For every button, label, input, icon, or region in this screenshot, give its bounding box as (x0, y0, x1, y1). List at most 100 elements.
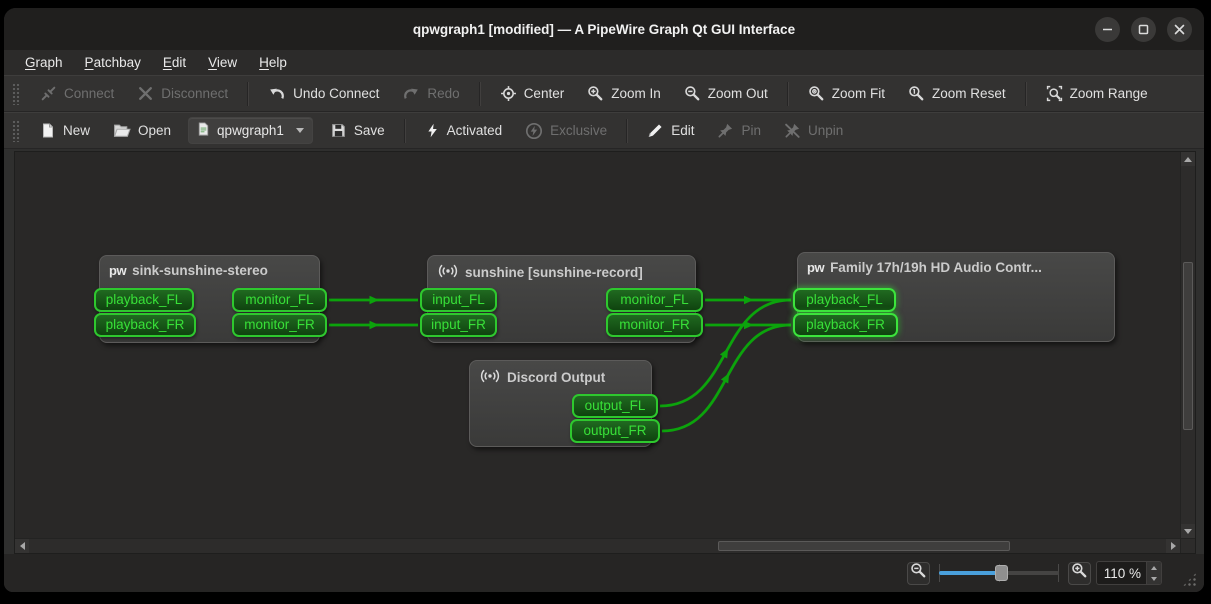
save-icon (330, 122, 347, 139)
menu-view[interactable]: View (199, 53, 246, 72)
edit-button[interactable]: Edit (637, 117, 704, 144)
disconnect-button[interactable]: Disconnect (127, 80, 238, 107)
menu-graph[interactable]: Graph (16, 53, 72, 72)
pin-icon (717, 122, 734, 139)
connect-icon (40, 85, 57, 102)
zoom-fit-icon (808, 85, 825, 102)
port-monitor_FL-out[interactable]: monitor_FL (232, 288, 327, 312)
port-output_FR-out[interactable]: output_FR (570, 419, 660, 443)
zoom-out-icon (910, 562, 927, 584)
connection-arrow-icon (721, 371, 733, 383)
open-button[interactable]: Open (103, 117, 181, 144)
toolbar-button-label: Undo Connect (293, 86, 379, 101)
toolbar-drag-handle[interactable] (12, 83, 20, 105)
undo-connect-button[interactable]: Undo Connect (258, 80, 389, 107)
toolbar-button-label: Unpin (808, 123, 843, 138)
close-button[interactable] (1167, 17, 1192, 42)
port-input_FR-in[interactable]: input_FR (420, 313, 497, 337)
exclusive-button[interactable]: Exclusive (515, 117, 617, 144)
menu-patchbay[interactable]: Patchbay (76, 53, 150, 72)
menu-help[interactable]: Help (250, 53, 296, 72)
unpin-button[interactable]: Unpin (774, 117, 853, 144)
minimize-icon (1102, 24, 1113, 35)
port-playback_FR-in[interactable]: playback_FR (793, 313, 898, 337)
toolbar-button-label: Edit (671, 123, 694, 138)
scroll-left-button[interactable] (15, 539, 29, 553)
titlebar[interactable]: qpwgraph1 [modified] — A PipeWire Graph … (4, 8, 1204, 50)
scroll-up-button[interactable] (1181, 152, 1195, 166)
menubar: GraphPatchbayEditViewHelp (4, 50, 1204, 75)
horizontal-scrollbar[interactable] (15, 538, 1180, 553)
port-input_FL-in[interactable]: input_FL (420, 288, 497, 312)
toolbar-drag-handle[interactable] (12, 120, 20, 142)
center-button[interactable]: Center (490, 80, 575, 107)
pin-button[interactable]: Pin (707, 117, 771, 144)
zoom-slider[interactable] (939, 562, 1059, 584)
new-button[interactable]: New (30, 117, 100, 144)
spinner (1146, 562, 1161, 584)
port-playback_FR-in[interactable]: playback_FR (94, 313, 196, 337)
undo-icon (268, 85, 286, 102)
graph-canvas[interactable]: pwsink-sunshine-stereoplayback_FLplaybac… (15, 152, 1180, 538)
port-output_FL-out[interactable]: output_FL (572, 394, 658, 418)
redo-button[interactable]: Redo (392, 80, 469, 107)
scroll-down-button[interactable] (1181, 524, 1195, 538)
slider-handle[interactable] (995, 565, 1008, 581)
zoom-range-button[interactable]: Zoom Range (1036, 80, 1158, 107)
minimize-button[interactable] (1095, 17, 1120, 42)
zoom-out-button[interactable]: Zoom Out (674, 80, 778, 107)
graph-canvas-frame: pwsink-sunshine-stereoplayback_FLplaybac… (14, 151, 1196, 554)
statusbar: 110 % (4, 554, 1204, 592)
zoom-value: 110 % (1097, 566, 1146, 581)
open-folder-icon (113, 122, 131, 139)
menu-edit[interactable]: Edit (154, 53, 195, 72)
patchbay-selector-value: qpwgraph1 (217, 123, 284, 138)
toolbar-button-label: Disconnect (161, 86, 228, 101)
spin-up-button[interactable] (1147, 562, 1161, 573)
port-playback_FL-in[interactable]: playback_FL (94, 288, 194, 312)
arrow-down-icon (1184, 529, 1192, 534)
broadcast-icon (437, 263, 459, 282)
toolbar-separator (1025, 82, 1027, 106)
toolbar-button-label: Zoom Fit (832, 86, 885, 101)
vertical-scroll-thumb[interactable] (1183, 262, 1193, 430)
port-playback_FL-in[interactable]: playback_FL (793, 288, 896, 312)
node-title: Discord Output (470, 361, 651, 387)
graph-toolbar: ConnectDisconnectUndo ConnectRedoCenterZ… (4, 75, 1204, 112)
connect-button[interactable]: Connect (30, 80, 124, 107)
vertical-scrollbar[interactable] (1180, 152, 1195, 538)
port-monitor_FL-out[interactable]: monitor_FL (606, 288, 703, 312)
bolt-icon (425, 122, 440, 139)
connection-arrow-icon (744, 296, 754, 304)
toolbar-button-label: Connect (64, 86, 114, 101)
toolbar-separator (247, 82, 249, 106)
patchbay-toolbar: NewOpen qpwgraph1 Save ActivatedExclusive Ed… (4, 112, 1204, 149)
zoom-out-button[interactable] (907, 562, 930, 585)
zoom-out-icon (684, 85, 701, 102)
zoom-spinbox[interactable]: 110 % (1096, 561, 1162, 585)
connection-arrow-icon (720, 346, 732, 358)
node-title: pwFamily 17h/19h HD Audio Contr... (798, 253, 1114, 275)
port-monitor_FR-out[interactable]: monitor_FR (606, 313, 703, 337)
zoom-in-button[interactable] (1068, 562, 1091, 585)
scroll-right-button[interactable] (1166, 539, 1180, 553)
spin-down-button[interactable] (1147, 573, 1161, 584)
close-icon (1174, 24, 1185, 35)
maximize-button[interactable] (1131, 17, 1156, 42)
zoom-reset-button[interactable]: Zoom Reset (898, 80, 1016, 107)
port-monitor_FR-out[interactable]: monitor_FR (232, 313, 327, 337)
unpin-icon (784, 122, 801, 139)
patchbay-selector[interactable]: qpwgraph1 (188, 117, 313, 144)
resize-grip[interactable] (1182, 572, 1197, 587)
arrow-right-icon (1171, 542, 1176, 550)
save-button[interactable]: Save (320, 117, 395, 144)
arrow-left-icon (20, 542, 25, 550)
zoom-fit-button[interactable]: Zoom Fit (798, 80, 895, 107)
connections-layer (15, 152, 1180, 538)
toolbar-separator (479, 82, 481, 106)
horizontal-scroll-thumb[interactable] (718, 541, 1010, 551)
zoom-in-button[interactable]: Zoom In (577, 80, 671, 107)
activated-button[interactable]: Activated (415, 117, 513, 144)
toolbar-separator (626, 119, 628, 143)
window-title: qpwgraph1 [modified] — A PipeWire Graph … (413, 22, 795, 37)
